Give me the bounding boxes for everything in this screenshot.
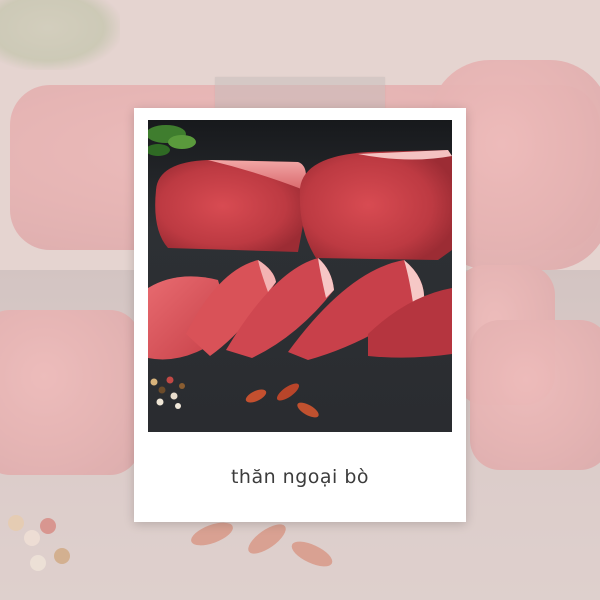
beef-photo-illustration <box>148 120 452 432</box>
tenderloin-back-right <box>299 150 452 260</box>
tape-strip <box>215 77 385 111</box>
polaroid-card: thăn ngoại bò <box>134 108 466 522</box>
beef-tenderloin-photo <box>148 120 452 432</box>
card-caption: thăn ngoại bò <box>230 466 370 488</box>
tenderloin-back-left <box>155 160 306 252</box>
